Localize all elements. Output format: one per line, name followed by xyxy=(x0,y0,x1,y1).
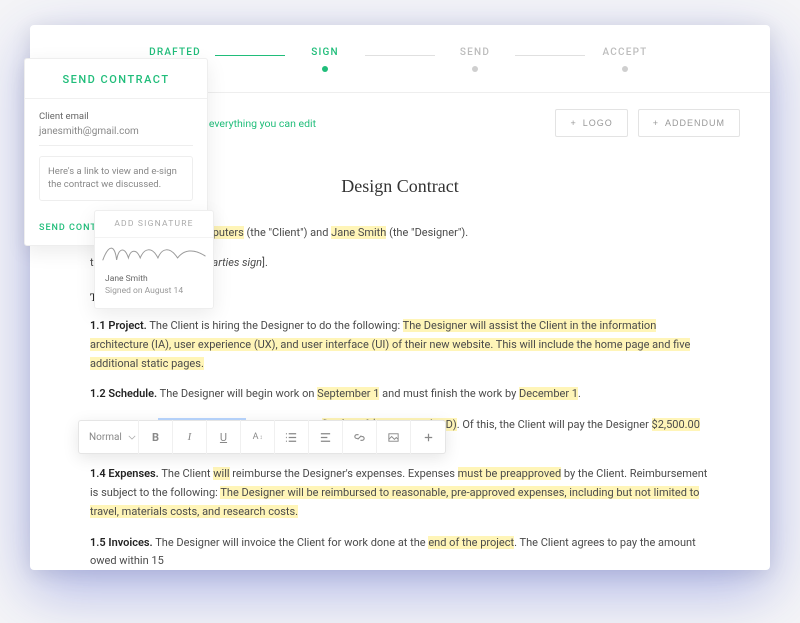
image-button[interactable] xyxy=(377,420,411,454)
clause-1-2: 1.2 Schedule. The Designer will begin wo… xyxy=(90,385,710,404)
list-button[interactable] xyxy=(275,420,309,454)
step-send[interactable]: SEND xyxy=(435,47,515,74)
image-icon xyxy=(387,431,400,444)
plus-icon: + xyxy=(570,118,576,128)
step-label: ACCEPT xyxy=(603,47,648,58)
step-label: DRAFTED xyxy=(149,47,201,58)
underline-button[interactable]: U xyxy=(207,420,241,454)
step-label: SEND xyxy=(460,47,490,58)
clause-1-4: 1.4 Expenses. The Client will reimburse … xyxy=(90,465,710,521)
bold-button[interactable]: B xyxy=(139,420,173,454)
font-size-button[interactable]: A↕ xyxy=(241,420,275,454)
align-icon xyxy=(319,431,332,444)
client-email-label: Client email xyxy=(39,111,193,122)
chevron-down-icon xyxy=(128,431,136,444)
step-label: SIGN xyxy=(311,47,339,58)
list-icon xyxy=(285,431,298,444)
format-select[interactable]: Normal xyxy=(79,420,139,454)
signature-image xyxy=(95,238,213,270)
clause-1-1: 1.1 Project. The Client is hiring the De… xyxy=(90,317,710,373)
insert-button[interactable] xyxy=(411,420,445,454)
link-button[interactable] xyxy=(343,420,377,454)
plus-icon xyxy=(422,431,435,444)
step-sign[interactable]: SIGN xyxy=(285,47,365,74)
client-email-input[interactable]: janesmith@gmail.com xyxy=(39,126,193,146)
add-logo-button[interactable]: +LOGO xyxy=(555,109,627,137)
align-button[interactable] xyxy=(309,420,343,454)
link-icon xyxy=(353,431,366,444)
signature-card[interactable]: ADD SIGNATURE Jane Smith Signed on Augus… xyxy=(94,210,214,309)
plus-icon: + xyxy=(653,118,659,128)
message-textarea[interactable]: Here's a link to view and e-sign the con… xyxy=(39,156,193,201)
text-editor-toolbar: Normal B I U A↕ xyxy=(78,420,446,454)
send-panel-title: SEND CONTRACT xyxy=(25,59,207,99)
add-addendum-button[interactable]: +ADDENDUM xyxy=(638,109,740,137)
signature-date: Signed on August 14 xyxy=(105,286,203,298)
step-accept[interactable]: ACCEPT xyxy=(585,47,665,74)
signature-name: Jane Smith xyxy=(105,274,203,286)
signature-card-title: ADD SIGNATURE xyxy=(95,211,213,238)
italic-button[interactable]: I xyxy=(173,420,207,454)
clause-1-5: 1.5 Invoices. The Designer will invoice … xyxy=(90,534,710,571)
